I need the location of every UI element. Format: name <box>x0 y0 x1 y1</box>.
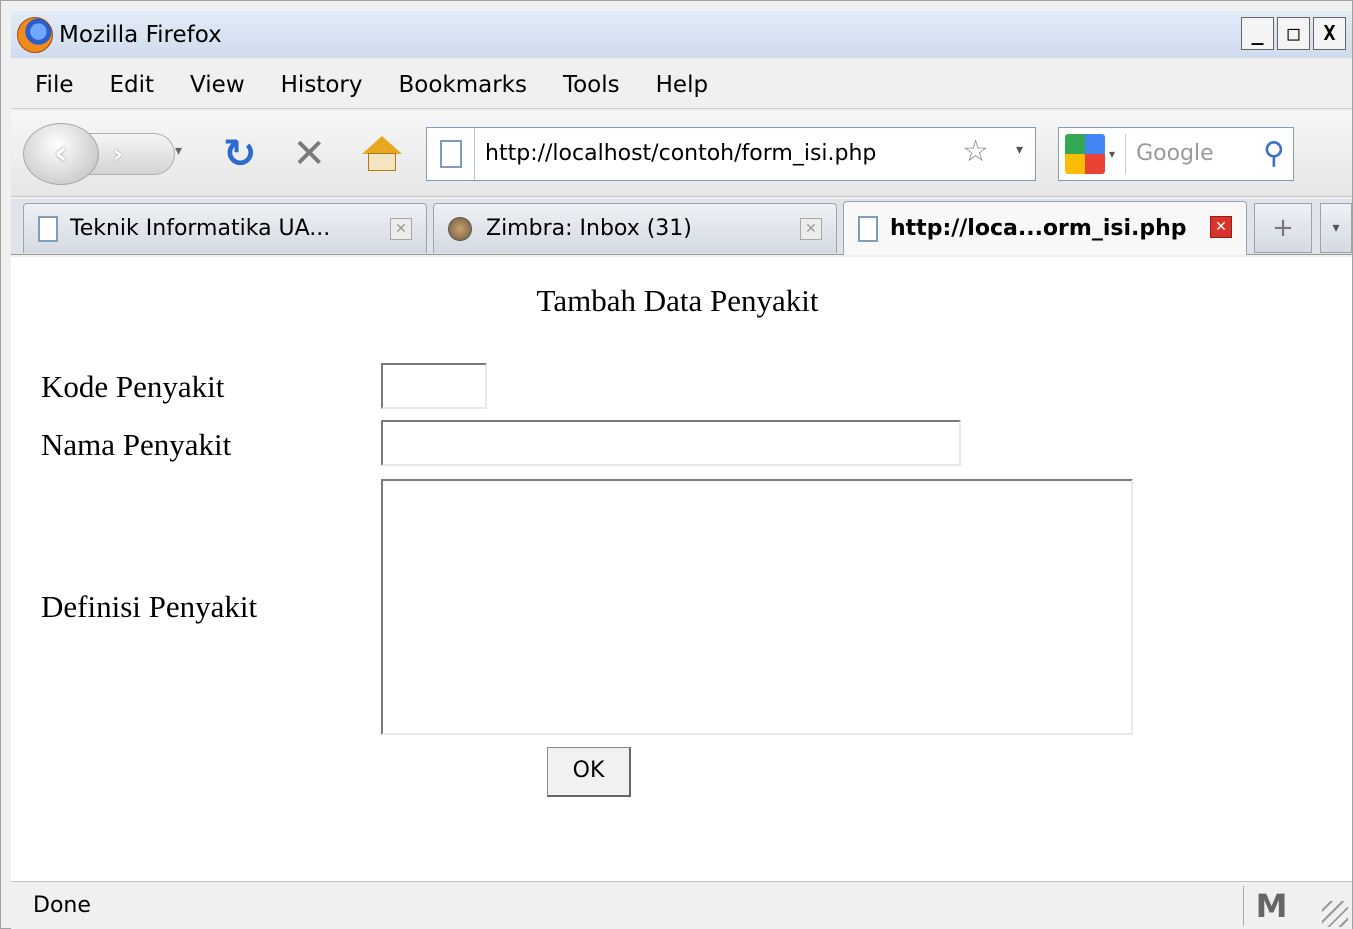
tab-label: Teknik Informatika UA... <box>70 216 331 241</box>
page-icon <box>427 127 476 180</box>
menu-tools[interactable]: Tools <box>563 72 620 98</box>
tab-label: http://loca...orm_isi.php <box>890 216 1187 241</box>
forward-button[interactable]: › <box>87 132 175 175</box>
status-bar: Done M <box>11 881 1352 929</box>
stop-icon[interactable]: ✕ <box>293 131 327 177</box>
menu-file[interactable]: File <box>35 72 74 98</box>
tab-close-icon[interactable]: ✕ <box>390 218 412 240</box>
search-input[interactable]: Google <box>1125 133 1214 174</box>
firefox-logo-icon <box>17 16 53 53</box>
definisi-penyakit-textarea[interactable] <box>381 479 1133 735</box>
menu-bar: File Edit View History Bookmarks Tools H… <box>11 61 1352 109</box>
label-kode-penyakit: Kode Penyakit <box>41 369 225 404</box>
tab-close-icon[interactable]: ✕ <box>1210 216 1232 238</box>
back-button[interactable]: ‹ <box>23 122 99 185</box>
url-bar[interactable]: http://localhost/contoh/form_isi.php ☆ ▾ <box>426 126 1037 181</box>
zimbra-icon <box>448 216 472 241</box>
menu-view[interactable]: View <box>190 72 245 98</box>
bookmark-star-icon[interactable]: ☆ <box>962 134 989 169</box>
label-nama-penyakit: Nama Penyakit <box>41 427 232 462</box>
page-icon <box>858 215 878 242</box>
navigation-toolbar: › ‹ ▾ ↻ ✕ http://localhost/contoh/form_i… <box>11 111 1352 197</box>
back-forward-group: › ‹ ▾ <box>23 122 195 185</box>
search-icon[interactable]: ⚲ <box>1263 136 1285 171</box>
menu-bookmarks[interactable]: Bookmarks <box>398 72 527 98</box>
tab-label: Zimbra: Inbox (31) <box>486 216 692 241</box>
tab-form-isi[interactable]: http://loca...orm_isi.php ✕ <box>843 201 1247 255</box>
close-button[interactable]: X <box>1313 17 1346 50</box>
menu-edit[interactable]: Edit <box>110 72 155 98</box>
page-content: Tambah Data Penyakit Kode Penyakit Nama … <box>11 257 1352 881</box>
home-icon[interactable] <box>360 134 404 174</box>
history-dropdown-icon[interactable]: ▾ <box>175 143 182 159</box>
tab-list-dropdown-icon[interactable]: ▾ <box>1320 203 1352 253</box>
title-bar: Mozilla Firefox _ □ X <box>11 11 1352 58</box>
menu-help[interactable]: Help <box>656 72 708 98</box>
resize-grip-icon[interactable] <box>1322 901 1348 927</box>
label-definisi-penyakit: Definisi Penyakit <box>41 589 258 624</box>
status-text: Done <box>33 893 91 918</box>
window-controls: _ □ X <box>1238 17 1346 50</box>
url-text[interactable]: http://localhost/contoh/form_isi.php <box>485 141 876 166</box>
kode-penyakit-input[interactable] <box>381 363 487 409</box>
url-dropdown-icon[interactable]: ▾ <box>1016 142 1023 158</box>
menu-history[interactable]: History <box>281 72 363 98</box>
tab-teknik-informatika[interactable]: Teknik Informatika UA... ✕ <box>23 203 427 253</box>
nama-penyakit-input[interactable] <box>381 420 961 466</box>
tab-close-icon[interactable]: ✕ <box>800 218 822 240</box>
search-bar[interactable]: ▾ Google ⚲ <box>1058 126 1295 181</box>
maximize-button[interactable]: □ <box>1277 17 1310 50</box>
tab-bar: Teknik Informatika UA... ✕ Zimbra: Inbox… <box>11 199 1352 255</box>
page-title: Tambah Data Penyakit <box>536 283 819 318</box>
page-icon <box>38 215 58 242</box>
gmail-icon[interactable]: M <box>1243 886 1299 926</box>
new-tab-button[interactable]: + <box>1254 203 1312 253</box>
ok-button[interactable]: OK <box>547 747 631 797</box>
engine-dropdown-icon[interactable]: ▾ <box>1109 147 1115 161</box>
browser-window: Mozilla Firefox _ □ X File Edit View His… <box>0 0 1353 929</box>
window-title: Mozilla Firefox <box>59 21 222 48</box>
tab-zimbra-inbox[interactable]: Zimbra: Inbox (31) ✕ <box>433 203 837 253</box>
google-engine-icon[interactable] <box>1065 133 1106 174</box>
reload-icon[interactable]: ↻ <box>223 131 257 177</box>
minimize-button[interactable]: _ <box>1241 17 1274 50</box>
